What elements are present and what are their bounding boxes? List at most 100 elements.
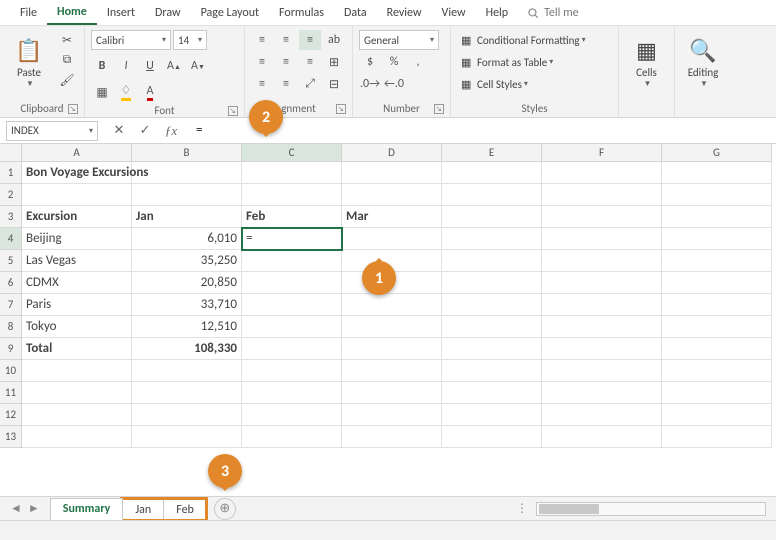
cell[interactable]	[542, 272, 662, 294]
cell[interactable]	[242, 426, 342, 448]
sheet-tab-feb[interactable]: Feb	[163, 499, 207, 520]
align-right-button[interactable]: ≡	[299, 52, 321, 72]
sheet-tab-jan[interactable]: Jan	[122, 499, 164, 520]
orientation-button[interactable]: ⤢	[299, 74, 321, 94]
cell[interactable]	[542, 316, 662, 338]
row-header[interactable]: 1	[0, 162, 22, 184]
tab-home[interactable]: Home	[47, 1, 97, 25]
horizontal-scrollbar[interactable]	[536, 502, 766, 516]
cell[interactable]	[22, 360, 132, 382]
dialog-launcher-icon[interactable]: ↘	[228, 106, 238, 116]
cell[interactable]: 35,250	[132, 250, 242, 272]
cell[interactable]	[442, 272, 542, 294]
row-header[interactable]: 6	[0, 272, 22, 294]
cell[interactable]: Tokyo	[22, 316, 132, 338]
cell[interactable]	[542, 404, 662, 426]
tab-formulas[interactable]: Formulas	[269, 2, 334, 24]
accounting-button[interactable]: $	[359, 52, 381, 72]
cell[interactable]	[662, 382, 772, 404]
row-header[interactable]: 7	[0, 294, 22, 316]
borders-button[interactable]: ▦	[91, 82, 113, 102]
cell[interactable]	[342, 228, 442, 250]
percent-button[interactable]: %	[383, 52, 405, 72]
comma-button[interactable]: ,	[407, 52, 429, 72]
decrease-decimal-button[interactable]: ←.0	[383, 74, 405, 94]
tab-page-layout[interactable]: Page Layout	[191, 2, 269, 24]
cell[interactable]	[342, 338, 442, 360]
cell[interactable]	[342, 360, 442, 382]
cell[interactable]	[542, 184, 662, 206]
merge-center-button[interactable]: ⊟	[323, 74, 345, 94]
cell[interactable]	[542, 250, 662, 272]
cell[interactable]	[342, 382, 442, 404]
cell[interactable]: Beijing	[22, 228, 132, 250]
active-cell[interactable]: =	[242, 228, 342, 250]
cell[interactable]	[242, 272, 342, 294]
cell[interactable]	[242, 294, 342, 316]
row-header[interactable]: 13	[0, 426, 22, 448]
editing-button[interactable]: 🔍Editing▼	[681, 30, 725, 96]
cell[interactable]	[132, 162, 242, 184]
sheet-nav-next[interactable]: ►	[28, 501, 40, 516]
cell[interactable]	[662, 404, 772, 426]
cell[interactable]	[542, 206, 662, 228]
cell[interactable]	[22, 426, 132, 448]
tab-draw[interactable]: Draw	[145, 2, 191, 24]
split-handle-icon[interactable]: ⋮	[516, 501, 528, 516]
cell[interactable]	[342, 426, 442, 448]
italic-button[interactable]: I	[115, 56, 137, 76]
number-format-select[interactable]: General▾	[359, 30, 439, 50]
row-header[interactable]: 2	[0, 184, 22, 206]
cell[interactable]: Jan	[132, 206, 242, 228]
cut-button[interactable]: ✂	[56, 30, 78, 50]
cell[interactable]	[442, 360, 542, 382]
dialog-launcher-icon[interactable]: ↘	[68, 104, 78, 114]
cell[interactable]	[442, 206, 542, 228]
cells-button[interactable]: ▦Cells▼	[625, 30, 668, 96]
cell[interactable]	[662, 360, 772, 382]
cell[interactable]	[242, 338, 342, 360]
wrap-text-button[interactable]: ab	[323, 30, 345, 50]
cell[interactable]	[662, 316, 772, 338]
cell[interactable]	[242, 360, 342, 382]
merge-button[interactable]: ⊞	[323, 52, 345, 72]
tab-review[interactable]: Review	[377, 2, 432, 24]
cell[interactable]	[662, 162, 772, 184]
col-header-D[interactable]: D	[342, 144, 442, 162]
row-header[interactable]: 10	[0, 360, 22, 382]
cell[interactable]	[542, 228, 662, 250]
tab-view[interactable]: View	[432, 2, 476, 24]
cell[interactable]: 6,010	[132, 228, 242, 250]
tab-insert[interactable]: Insert	[97, 2, 145, 24]
increase-indent-button[interactable]: ≡	[275, 74, 297, 94]
cell[interactable]	[242, 382, 342, 404]
cell[interactable]: Excursion	[22, 206, 132, 228]
dialog-launcher-icon[interactable]: ↘	[336, 104, 346, 114]
col-header-B[interactable]: B	[132, 144, 242, 162]
insert-function-button[interactable]: ƒx	[162, 122, 180, 140]
cell[interactable]: Total	[22, 338, 132, 360]
select-all-corner[interactable]	[0, 144, 22, 162]
cell[interactable]	[542, 382, 662, 404]
fill-color-button[interactable]: ♢	[115, 82, 137, 102]
cell[interactable]	[442, 162, 542, 184]
bold-button[interactable]: B	[91, 56, 113, 76]
cell[interactable]	[442, 382, 542, 404]
cell[interactable]: Mar	[342, 206, 442, 228]
sheet-nav-prev[interactable]: ◄	[10, 501, 22, 516]
row-header[interactable]: 9	[0, 338, 22, 360]
cell[interactable]	[342, 294, 442, 316]
cell[interactable]	[242, 316, 342, 338]
align-top-button[interactable]: ≡	[251, 30, 273, 50]
cell[interactable]	[132, 404, 242, 426]
cell[interactable]	[442, 426, 542, 448]
increase-decimal-button[interactable]: .0→	[359, 74, 381, 94]
row-header[interactable]: 3	[0, 206, 22, 228]
cell[interactable]	[242, 184, 342, 206]
tab-help[interactable]: Help	[476, 2, 519, 24]
font-color-button[interactable]: A	[139, 82, 161, 102]
cell[interactable]: CDMX	[22, 272, 132, 294]
cell[interactable]	[542, 338, 662, 360]
cell[interactable]	[442, 294, 542, 316]
align-left-button[interactable]: ≡	[251, 52, 273, 72]
